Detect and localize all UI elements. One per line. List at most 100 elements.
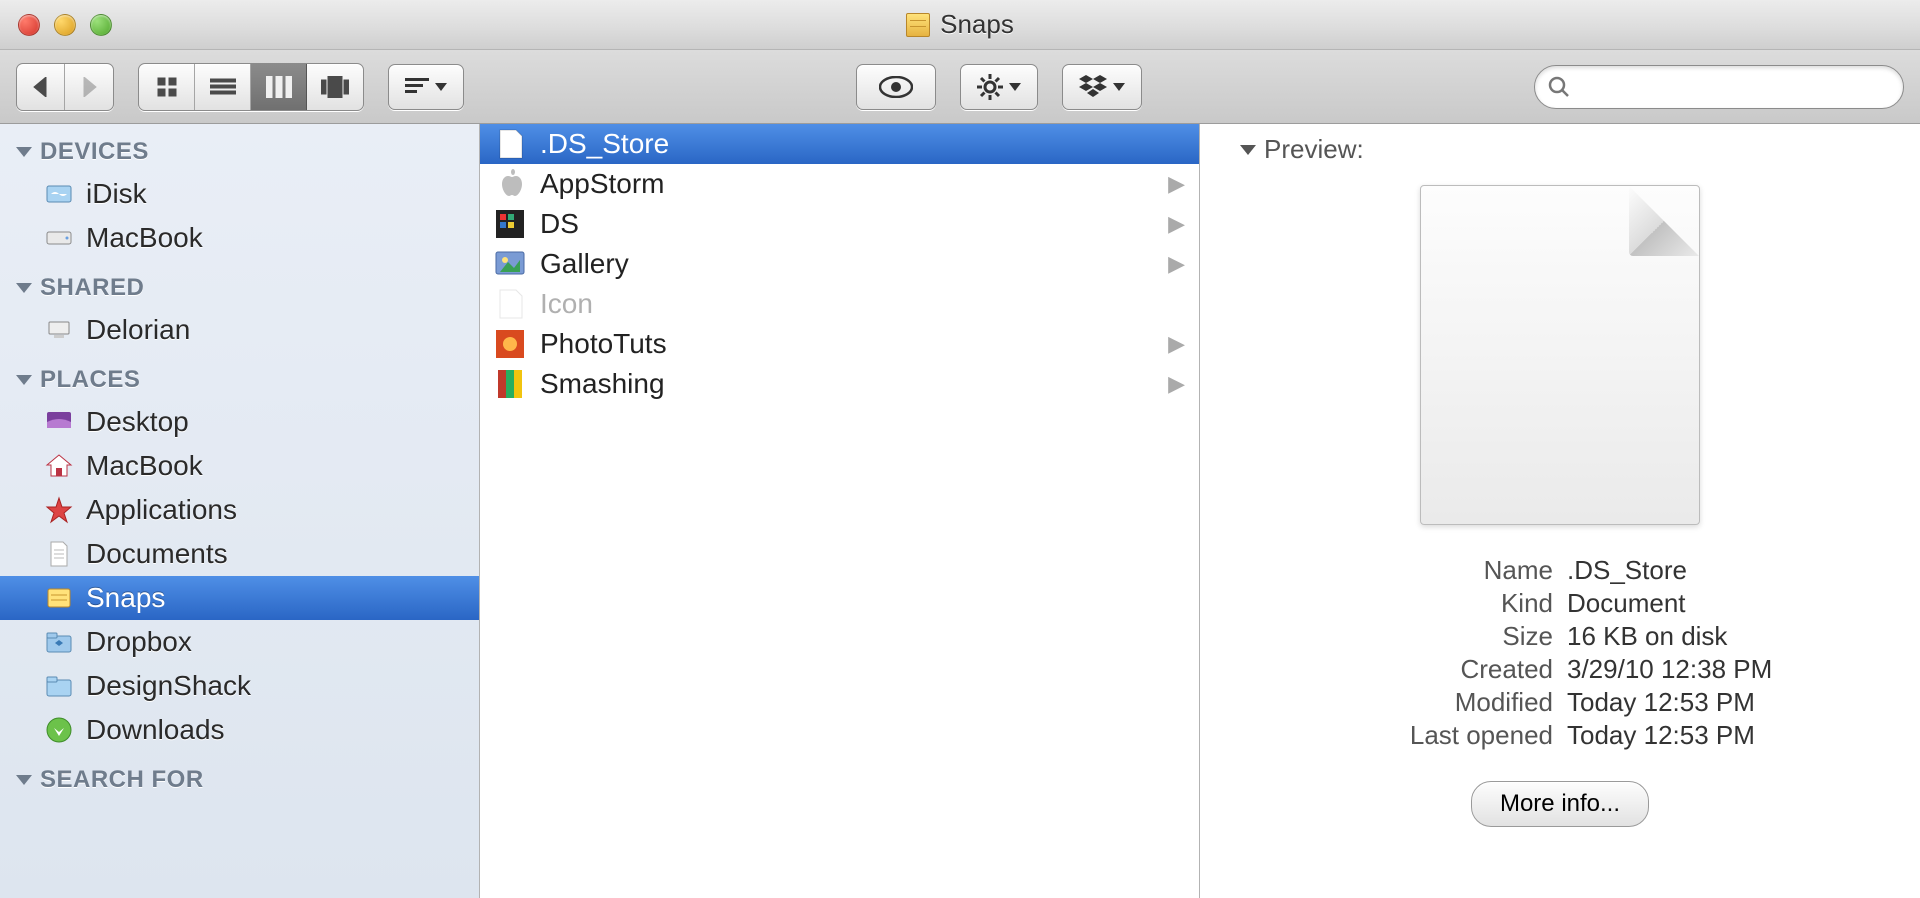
dropbox-folder-icon <box>44 627 74 657</box>
sidebar-section-shared: SHARED Delorian <box>0 268 479 352</box>
folder-arrow-icon: ▶ <box>1168 371 1185 397</box>
sidebar-section-places: PLACES Desktop MacBook Applications Docu… <box>0 360 479 752</box>
back-button[interactable] <box>17 64 65 110</box>
dropbox-menu-button[interactable] <box>1062 64 1142 110</box>
arrange-menu-button[interactable] <box>388 64 464 110</box>
minimize-window-button[interactable] <box>54 14 76 36</box>
file-label: PhotoTuts <box>540 328 1154 360</box>
phototuts-folder-icon <box>494 328 526 360</box>
meta-modified-label: Modified <box>1455 687 1553 718</box>
content-area: DEVICES iDisk MacBook SHARED Delorian <box>0 124 1920 898</box>
folder-arrow-icon: ▶ <box>1168 331 1185 357</box>
file-row-smashing[interactable]: Smashing ▶ <box>480 364 1199 404</box>
sidebar-item-idisk[interactable]: iDisk <box>0 172 479 216</box>
sidebar-item-applications[interactable]: Applications <box>0 488 479 532</box>
sidebar-item-macbook-drive[interactable]: MacBook <box>0 216 479 260</box>
eye-icon <box>879 76 913 98</box>
chevron-down-icon <box>1009 83 1021 91</box>
gear-icon <box>977 74 1003 100</box>
back-arrow-icon <box>32 77 50 97</box>
folder-icon <box>44 671 74 701</box>
sidebar-item-desktop[interactable]: Desktop <box>0 400 479 444</box>
more-info-button[interactable]: More info... <box>1471 781 1649 827</box>
sidebar-heading-label: PLACES <box>40 366 140 394</box>
file-row-appstorm[interactable]: AppStorm ▶ <box>480 164 1199 204</box>
view-coverflow-button[interactable] <box>307 64 363 110</box>
file-label: Gallery <box>540 248 1154 280</box>
file-row-phototuts[interactable]: PhotoTuts ▶ <box>480 324 1199 364</box>
view-column-button[interactable] <box>251 64 307 110</box>
chevron-down-icon <box>435 83 447 91</box>
ds-folder-icon <box>494 208 526 240</box>
meta-modified-value: Today 12:53 PM <box>1567 687 1755 718</box>
sidebar-item-snaps[interactable]: Snaps <box>0 576 479 620</box>
file-row-icon[interactable]: Icon <box>480 284 1199 324</box>
sidebar-item-label: Dropbox <box>86 626 192 658</box>
sidebar-heading-searchfor[interactable]: SEARCH FOR <box>0 760 479 800</box>
disclosure-triangle-icon <box>1240 145 1256 155</box>
close-window-button[interactable] <box>18 14 40 36</box>
sidebar-item-label: MacBook <box>86 222 203 254</box>
preview-heading-label: Preview: <box>1264 134 1364 165</box>
sidebar-heading-label: DEVICES <box>40 138 149 166</box>
file-label: Icon <box>540 288 1185 320</box>
file-row-dsstore[interactable]: .DS_Store <box>480 124 1199 164</box>
sidebar-item-delorian[interactable]: Delorian <box>0 308 479 352</box>
zoom-window-button[interactable] <box>90 14 112 36</box>
sidebar-item-documents[interactable]: Documents <box>0 532 479 576</box>
meta-created-label: Created <box>1461 654 1554 685</box>
blank-document-icon <box>494 128 526 160</box>
search-input[interactable] <box>1534 65 1904 109</box>
coverflow-view-icon <box>321 76 349 98</box>
view-icon-button[interactable] <box>139 64 195 110</box>
sidebar-heading-places[interactable]: PLACES <box>0 360 479 400</box>
disclosure-triangle-icon <box>16 375 32 385</box>
action-menu-button[interactable] <box>960 64 1038 110</box>
view-list-button[interactable] <box>195 64 251 110</box>
file-column: .DS_Store AppStorm ▶ DS ▶ Gallery ▶ Icon… <box>480 124 1200 898</box>
file-row-ds[interactable]: DS ▶ <box>480 204 1199 244</box>
window-title: Snaps <box>940 9 1014 40</box>
sidebar-item-downloads[interactable]: Downloads <box>0 708 479 752</box>
meta-created-value: 3/29/10 12:38 PM <box>1567 654 1772 685</box>
file-label: DS <box>540 208 1154 240</box>
quicklook-button[interactable] <box>856 64 936 110</box>
sidebar-item-designshack[interactable]: DesignShack <box>0 664 479 708</box>
sidebar-item-label: MacBook <box>86 450 203 482</box>
folder-arrow-icon: ▶ <box>1168 251 1185 277</box>
column-view-icon <box>266 76 292 98</box>
preview-pane: Preview: Name.DS_Store KindDocument Size… <box>1200 124 1920 898</box>
meta-lastopened-value: Today 12:53 PM <box>1567 720 1755 751</box>
gallery-folder-icon <box>494 248 526 280</box>
forward-arrow-icon <box>80 77 98 97</box>
meta-size-value: 16 KB on disk <box>1567 621 1727 652</box>
smashing-folder-icon <box>494 368 526 400</box>
idisk-icon <box>44 179 74 209</box>
sidebar-heading-label: SEARCH FOR <box>40 766 204 794</box>
meta-name-value: .DS_Store <box>1567 555 1687 586</box>
preview-heading[interactable]: Preview: <box>1240 134 1880 165</box>
document-icon <box>1420 185 1700 525</box>
sidebar-heading-label: SHARED <box>40 274 144 302</box>
sidebar-heading-devices[interactable]: DEVICES <box>0 132 479 172</box>
sidebar-item-label: Desktop <box>86 406 189 438</box>
sidebar: DEVICES iDisk MacBook SHARED Delorian <box>0 124 480 898</box>
file-row-gallery[interactable]: Gallery ▶ <box>480 244 1199 284</box>
hdd-icon <box>44 223 74 253</box>
downloads-icon <box>44 715 74 745</box>
forward-button[interactable] <box>65 64 113 110</box>
sidebar-item-dropbox[interactable]: Dropbox <box>0 620 479 664</box>
file-label: Smashing <box>540 368 1154 400</box>
meta-name-label: Name <box>1484 555 1553 586</box>
folder-arrow-icon: ▶ <box>1168 211 1185 237</box>
window-controls <box>0 14 112 36</box>
dropbox-icon <box>1079 75 1107 99</box>
meta-kind-label: Kind <box>1501 588 1553 619</box>
nav-back-forward <box>16 63 114 111</box>
sidebar-heading-shared[interactable]: SHARED <box>0 268 479 308</box>
titlebar: Snaps <box>0 0 1920 50</box>
sidebar-item-macbook-home[interactable]: MacBook <box>0 444 479 488</box>
search-field-wrap <box>1534 65 1904 109</box>
network-pc-icon <box>44 315 74 345</box>
view-mode-switcher <box>138 63 364 111</box>
